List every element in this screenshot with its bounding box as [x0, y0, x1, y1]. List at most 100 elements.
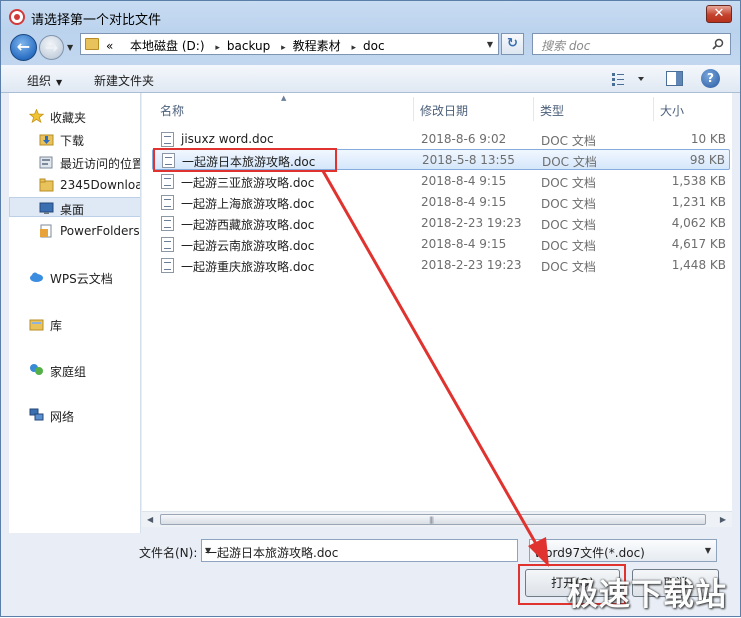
- view-options-icon[interactable]: [611, 71, 647, 87]
- file-type: DOC 文档: [541, 176, 596, 190]
- organize-button[interactable]: 组织 ▼: [27, 72, 62, 89]
- file-size: 10 KB: [690, 132, 726, 146]
- close-icon: ✕: [713, 6, 725, 21]
- chevron-right-icon[interactable]: ▸: [351, 43, 356, 53]
- doc-file-icon: [161, 132, 174, 147]
- forward-button[interactable]: →: [39, 35, 64, 60]
- help-icon[interactable]: ?: [701, 69, 720, 88]
- scrollbar-thumb[interactable]: |||: [160, 514, 706, 525]
- doc-file-icon: [161, 237, 174, 252]
- column-divider[interactable]: [653, 97, 654, 121]
- sidebar-item-2345downloads[interactable]: 2345Downloads: [9, 175, 140, 195]
- horizontal-scrollbar[interactable]: ◀ ||| ▶: [142, 511, 732, 527]
- sidebar-item-label: 下载: [60, 134, 85, 148]
- chevron-right-icon[interactable]: ▸: [281, 43, 286, 53]
- new-folder-button[interactable]: 新建文件夹: [94, 72, 154, 89]
- file-open-dialog: 请选择第一个对比文件 ✕ ← → ▼ « 本地磁盘 (D:) ▸ backup ▸…: [0, 0, 741, 617]
- file-size: 1,231 KB: [671, 195, 726, 209]
- sidebar-item-wps-cloud[interactable]: WPS云文档: [9, 267, 140, 287]
- chevron-down-icon[interactable]: ▼: [205, 546, 513, 555]
- file-row[interactable]: 一起游云南旅游攻略.doc 2018-8-4 9:15 DOC 文档 4,617…: [152, 234, 730, 255]
- chevron-down-icon[interactable]: ▼: [487, 40, 493, 49]
- sidebar-item-libraries[interactable]: 库: [9, 314, 140, 334]
- highlight-box-file: [153, 148, 337, 172]
- navigation-pane: 收藏夹 下载 最近访问的位置 2345Downloads 桌面 PowerFol…: [9, 93, 141, 533]
- column-header-date[interactable]: 修改日期: [420, 102, 468, 119]
- search-placeholder: 搜索 doc: [541, 39, 591, 53]
- sidebar-item-network[interactable]: 网络: [9, 405, 140, 425]
- file-type: DOC 文档: [542, 155, 597, 169]
- recent-locations-dropdown-icon[interactable]: ▼: [67, 43, 73, 52]
- homegroup-icon: [30, 364, 43, 375]
- file-date: 2018-2-23 19:23: [421, 216, 522, 230]
- file-row[interactable]: jisuxz word.doc 2018-8-6 9:02 DOC 文档 10 …: [152, 129, 730, 150]
- chevron-right-icon[interactable]: [120, 43, 123, 53]
- folder-icon: [85, 38, 99, 50]
- column-header-name[interactable]: 名称: [160, 102, 184, 119]
- file-row[interactable]: 一起游三亚旅游攻略.doc 2018-8-4 9:15 DOC 文档 1,538…: [152, 171, 730, 192]
- sidebar-item-label: 收藏夹: [50, 111, 87, 125]
- close-button[interactable]: ✕: [706, 5, 732, 23]
- file-name: 一起游三亚旅游攻略.doc: [181, 176, 315, 190]
- column-divider[interactable]: [533, 97, 534, 121]
- address-bar[interactable]: « 本地磁盘 (D:) ▸ backup ▸ 教程素材 ▸ doc ▼: [80, 33, 499, 55]
- organize-label: 组织: [27, 74, 52, 88]
- breadcrumb-item[interactable]: doc: [363, 39, 385, 53]
- sidebar-item-label: 库: [50, 319, 63, 333]
- scroll-right-icon[interactable]: ▶: [720, 515, 726, 524]
- file-date: 2018-8-4 9:15: [421, 237, 507, 251]
- file-date: 2018-2-23 19:23: [421, 258, 522, 272]
- breadcrumb-item[interactable]: 本地磁盘 (D:): [130, 39, 204, 53]
- file-row[interactable]: 一起游西藏旅游攻略.doc 2018-2-23 19:23 DOC 文档 4,0…: [152, 213, 730, 234]
- breadcrumb-item[interactable]: 教程素材: [293, 39, 341, 53]
- chevron-right-icon[interactable]: ▸: [215, 43, 220, 53]
- sidebar-item-homegroup[interactable]: 家庭组: [9, 360, 140, 380]
- breadcrumb-item[interactable]: backup: [227, 39, 270, 53]
- app-icon: [9, 9, 25, 25]
- back-arrow-icon: ←: [16, 37, 31, 56]
- file-row[interactable]: 一起游上海旅游攻略.doc 2018-8-4 9:15 DOC 文档 1,231…: [152, 192, 730, 213]
- powerfolder-icon: [40, 224, 52, 238]
- sidebar-item-favorites[interactable]: 收藏夹: [9, 106, 140, 126]
- star-icon: [29, 109, 44, 123]
- library-icon: [29, 319, 44, 331]
- sidebar-item-downloads[interactable]: 下载: [9, 129, 140, 149]
- file-name: 一起游云南旅游攻略.doc: [181, 239, 315, 253]
- sidebar-item-label: 家庭组: [50, 365, 87, 379]
- forward-arrow-icon: →: [44, 38, 59, 57]
- preview-pane-icon[interactable]: [666, 71, 683, 86]
- refresh-button[interactable]: ↻: [501, 33, 524, 55]
- file-row[interactable]: 一起游重庆旅游攻略.doc 2018-2-23 19:23 DOC 文档 1,4…: [152, 255, 730, 276]
- file-type: DOC 文档: [541, 134, 596, 148]
- search-icon[interactable]: [712, 38, 724, 50]
- column-divider[interactable]: [413, 97, 414, 121]
- sidebar-item-label: 桌面: [60, 203, 85, 217]
- recent-places-icon: [39, 156, 53, 169]
- file-type: DOC 文档: [541, 218, 596, 232]
- download-folder-icon: [39, 134, 54, 146]
- column-headers: ▲ 名称 修改日期 类型 大小: [142, 93, 732, 123]
- breadcrumb-overflow[interactable]: «: [106, 39, 113, 53]
- sidebar-item-powerfolders[interactable]: PowerFolders: [9, 221, 140, 241]
- sidebar-item-label: WPS云文档: [50, 272, 113, 286]
- file-name: jisuxz word.doc: [181, 132, 274, 146]
- column-header-size[interactable]: 大小: [660, 102, 684, 119]
- back-button[interactable]: ←: [10, 34, 37, 61]
- filetype-select[interactable]: Word97文件(*.doc) ▼: [529, 539, 717, 562]
- doc-file-icon: [161, 258, 174, 273]
- file-type: DOC 文档: [541, 239, 596, 253]
- file-size: 1,448 KB: [671, 258, 726, 272]
- column-header-type[interactable]: 类型: [540, 102, 564, 119]
- search-input[interactable]: 搜索 doc: [532, 33, 731, 55]
- sidebar-item-desktop[interactable]: 桌面: [9, 197, 140, 217]
- chevron-down-icon: ▼: [704, 546, 711, 555]
- sidebar-item-recent-places[interactable]: 最近访问的位置: [9, 152, 140, 172]
- scroll-left-icon[interactable]: ◀: [147, 515, 153, 524]
- filename-input[interactable]: 一起游日本旅游攻略.doc ▼: [201, 539, 518, 562]
- breadcrumb: « 本地磁盘 (D:) ▸ backup ▸ 教程素材 ▸ doc: [106, 37, 385, 54]
- watermark-text: 极速下载站: [567, 577, 727, 613]
- file-size: 4,617 KB: [671, 237, 726, 251]
- title-bar[interactable]: 请选择第一个对比文件 ✕: [1, 1, 740, 31]
- sidebar-item-label: 网络: [50, 410, 75, 424]
- file-date: 2018-5-8 13:55: [422, 153, 515, 167]
